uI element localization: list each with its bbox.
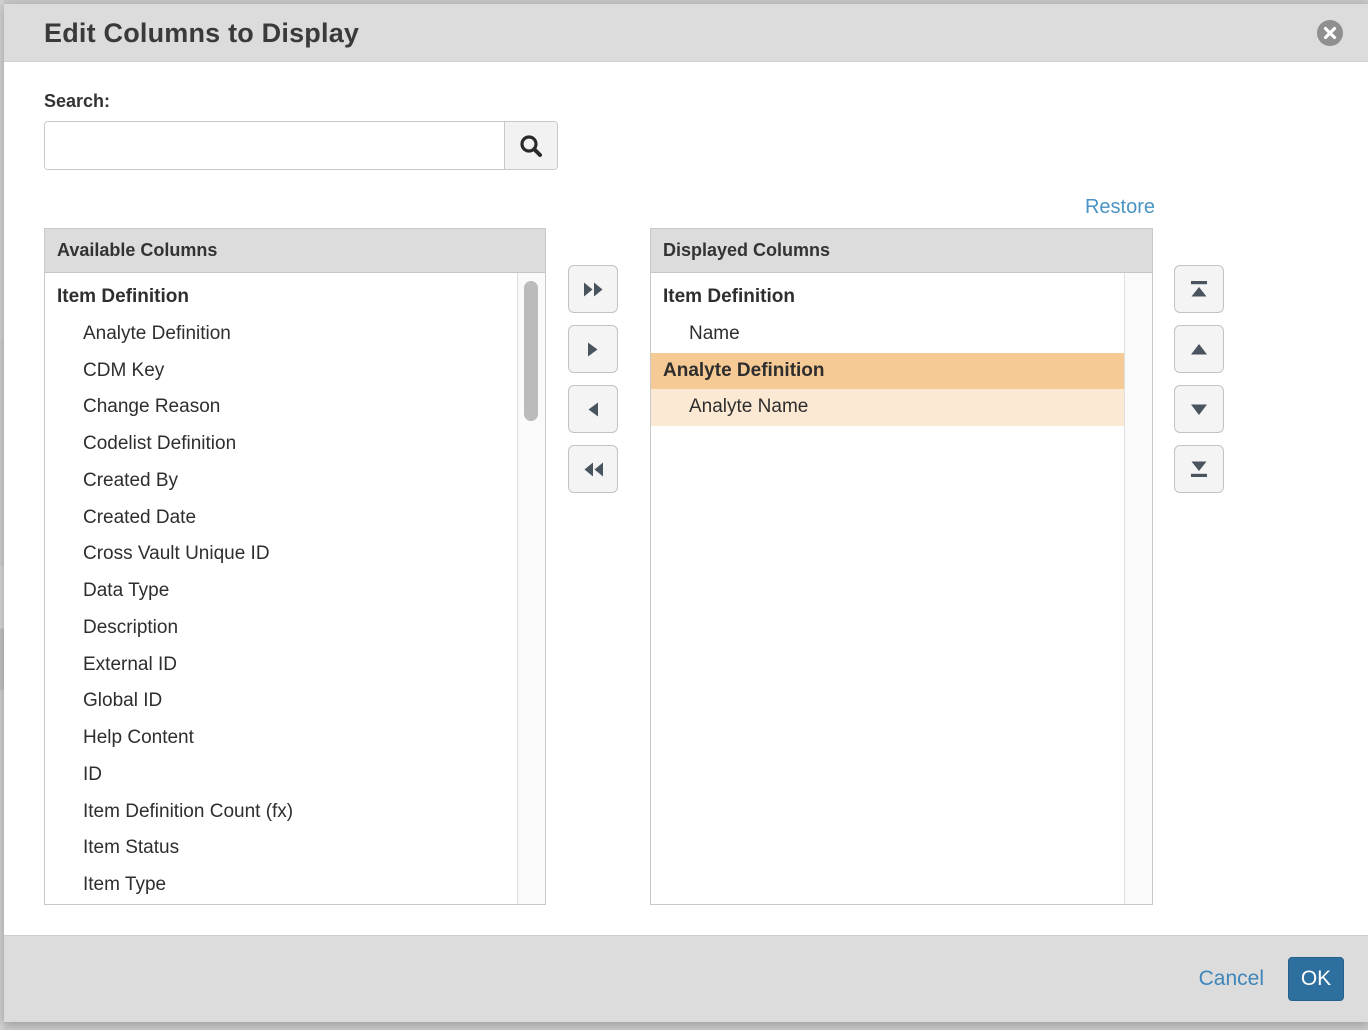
column-item-row[interactable]: Cross Vault Unique ID <box>45 536 517 573</box>
column-group-row[interactable]: Item Definition <box>651 279 1124 316</box>
move-left-icon <box>587 402 599 417</box>
column-item-row[interactable]: Created By <box>45 463 517 500</box>
move-right-button[interactable] <box>568 325 618 373</box>
close-button[interactable] <box>1317 20 1343 46</box>
move-all-right-icon <box>583 282 604 297</box>
column-item-row[interactable]: ID <box>45 757 517 794</box>
available-columns-header: Available Columns <box>45 229 545 273</box>
move-down-button[interactable] <box>1174 385 1224 433</box>
search-button[interactable] <box>504 122 557 169</box>
column-item-row[interactable]: Item Type <box>45 867 517 904</box>
column-item-row[interactable]: Global ID <box>45 683 517 720</box>
search-input[interactable] <box>45 122 504 169</box>
column-item-row[interactable]: Analyte Definition <box>45 316 517 353</box>
move-down-icon <box>1190 404 1208 415</box>
available-columns-panel: Available Columns Item DefinitionAnalyte… <box>44 228 546 905</box>
column-item-row[interactable]: Item Definition Count (fx) <box>45 794 517 831</box>
available-scrollbar-thumb[interactable] <box>524 281 538 421</box>
move-to-top-icon <box>1190 281 1208 297</box>
displayed-list: Item DefinitionNameAnalyte DefinitionAna… <box>651 273 1124 904</box>
move-all-right-button[interactable] <box>568 265 618 313</box>
column-item-row[interactable]: External ID <box>45 647 517 684</box>
search-widget <box>44 121 558 170</box>
available-scrollbar[interactable] <box>517 273 545 904</box>
move-to-top-button[interactable] <box>1174 265 1224 313</box>
dialog-header: Edit Columns to Display <box>4 4 1368 62</box>
move-all-left-icon <box>583 462 604 477</box>
move-left-button[interactable] <box>568 385 618 433</box>
column-item-row[interactable]: Data Type <box>45 573 517 610</box>
column-item-row[interactable]: Analyte Name <box>651 389 1124 426</box>
displayed-columns-header: Displayed Columns <box>651 229 1152 273</box>
move-to-bottom-icon <box>1190 461 1208 477</box>
available-list: Item DefinitionAnalyte DefinitionCDM Key… <box>45 273 517 904</box>
edit-columns-dialog: Edit Columns to Display Search: Restore … <box>4 4 1368 1022</box>
column-item-row[interactable]: CDM Key <box>45 353 517 390</box>
search-icon <box>518 133 544 159</box>
ok-button[interactable]: OK <box>1288 957 1344 1001</box>
cancel-button[interactable]: Cancel <box>1199 967 1264 991</box>
column-item-row[interactable]: Codelist Definition <box>45 426 517 463</box>
move-right-icon <box>587 342 599 357</box>
column-item-row[interactable]: Name <box>651 316 1124 353</box>
move-all-left-button[interactable] <box>568 445 618 493</box>
restore-link[interactable]: Restore <box>1085 196 1155 219</box>
move-up-button[interactable] <box>1174 325 1224 373</box>
dialog-title: Edit Columns to Display <box>44 18 359 49</box>
move-up-icon <box>1190 344 1208 355</box>
column-item-row[interactable]: Change Reason <box>45 389 517 426</box>
displayed-columns-panel: Displayed Columns Item DefinitionNameAna… <box>650 228 1153 905</box>
dialog-footer: Cancel OK <box>4 935 1368 1022</box>
move-to-bottom-button[interactable] <box>1174 445 1224 493</box>
search-label: Search: <box>44 91 110 112</box>
column-item-row[interactable]: Created Date <box>45 500 517 537</box>
column-item-row[interactable]: Item Status <box>45 830 517 867</box>
column-group-row[interactable]: Analyte Definition <box>651 353 1124 390</box>
close-icon <box>1323 26 1337 40</box>
displayed-scrollbar[interactable] <box>1124 273 1152 904</box>
column-item-row[interactable]: Help Content <box>45 720 517 757</box>
column-item-row[interactable]: Description <box>45 610 517 647</box>
column-group-row[interactable]: Item Definition <box>45 279 517 316</box>
